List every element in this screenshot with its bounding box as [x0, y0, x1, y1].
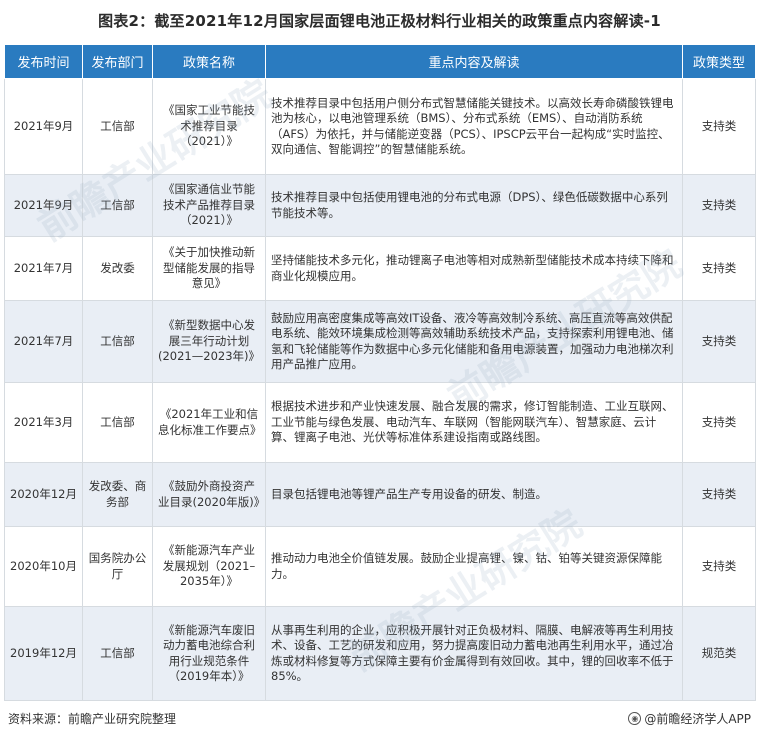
cell-type: 支持类	[682, 462, 756, 527]
cell-date: 2021年7月	[4, 300, 83, 383]
cell-type: 支持类	[682, 300, 756, 383]
cell-date: 2019年12月	[4, 606, 83, 701]
table-row: 2020年12月 发改委、商务部 《鼓励外商投资产业目录(2020年版)》 目录…	[4, 462, 756, 527]
page-title: 图表2：截至2021年12月国家层面锂电池正极材料行业相关的政策重点内容解读-1	[98, 12, 661, 30]
cell-content: 目录包括锂电池等锂产品生产专用设备的研发、制造。	[265, 462, 683, 527]
cell-type: 支持类	[682, 174, 756, 237]
cell-policy-name: 《国家通信业节能技术产品推荐目录（2021）》	[152, 174, 266, 237]
cell-type: 支持类	[682, 526, 756, 607]
cell-dept: 工信部	[82, 606, 153, 701]
cell-date: 2020年10月	[4, 526, 83, 607]
brand-text: @前瞻经济学人APP	[644, 712, 751, 726]
table-row: 2021年9月 工信部 《国家通信业节能技术产品推荐目录（2021）》 技术推荐…	[4, 174, 756, 237]
cell-policy-name: 《新能源汽车产业发展规划（2021–2035年）》	[152, 526, 266, 607]
cell-type: 支持类	[682, 236, 756, 301]
cell-dept: 工信部	[82, 300, 153, 383]
cell-content: 技术推荐目录中包括用户侧分布式智慧储能关键技术。以高效长寿命磷酸铁锂电池为核心，…	[265, 78, 683, 175]
cell-date: 2021年7月	[4, 236, 83, 301]
cell-dept: 工信部	[82, 78, 153, 175]
brand-credit: ◉ @前瞻经济学人APP	[628, 710, 751, 727]
cell-date: 2021年9月	[4, 78, 83, 175]
column-header-type: 政策类型	[682, 44, 756, 79]
cell-content: 鼓励应用高密度集成等高效IT设备、液冷等高效制冷系统、高压直流等高效供配电系统、…	[265, 300, 683, 383]
column-header-dept: 发布部门	[82, 44, 153, 79]
cell-date: 2021年3月	[4, 382, 83, 463]
source-note: 资料来源：前瞻产业研究院整理	[8, 712, 177, 726]
table-header-row: 发布时间 发布部门 政策名称 重点内容及解读 政策类型	[4, 44, 756, 79]
policy-table: 发布时间 发布部门 政策名称 重点内容及解读 政策类型 2021年9月 工信部 …	[4, 44, 756, 701]
cell-dept: 工信部	[82, 382, 153, 463]
cell-dept: 发改委、商务部	[82, 462, 153, 527]
column-header-name: 政策名称	[152, 44, 266, 79]
cell-policy-name: 《国家工业节能技术推荐目录（2021）》	[152, 78, 266, 175]
column-header-content: 重点内容及解读	[265, 44, 683, 79]
brand-logo-icon: ◉	[628, 712, 642, 725]
cell-policy-name: 《新型数据中心发展三年行动计划(2021—2023年)》	[152, 300, 266, 383]
table-row: 2021年3月 工信部 《2021年工业和信息化标准工作要点》 根据技术进步和产…	[4, 382, 756, 463]
cell-dept: 发改委	[82, 236, 153, 301]
cell-content: 坚持储能技术多元化，推动锂离子电池等相对成熟新型储能技术成本持续下降和商业化规模…	[265, 236, 683, 301]
column-header-date: 发布时间	[4, 44, 83, 79]
cell-date: 2020年12月	[4, 462, 83, 527]
cell-dept: 国务院办公厅	[82, 526, 153, 607]
table-row: 2020年10月 国务院办公厅 《新能源汽车产业发展规划（2021–2035年）…	[4, 526, 756, 607]
page: 图表2：截至2021年12月国家层面锂电池正极材料行业相关的政策重点内容解读-1…	[0, 0, 759, 736]
table-row: 2021年7月 发改委 《关于加快推动新型储能发展的指导意见》 坚持储能技术多元…	[4, 236, 756, 301]
cell-policy-name: 《关于加快推动新型储能发展的指导意见》	[152, 236, 266, 301]
cell-type: 支持类	[682, 78, 756, 175]
cell-policy-name: 《鼓励外商投资产业目录(2020年版)》	[152, 462, 266, 527]
cell-content: 从事再生利用的企业，应积极开展针对正负极材料、隔膜、电解液等再生利用技术、设备、…	[265, 606, 683, 701]
cell-policy-name: 《新能源汽车废旧动力蓄电池综合利用行业规范条件（2019年本）》	[152, 606, 266, 701]
cell-type: 支持类	[682, 382, 756, 463]
table-row: 2021年9月 工信部 《国家工业节能技术推荐目录（2021）》 技术推荐目录中…	[4, 78, 756, 175]
cell-policy-name: 《2021年工业和信息化标准工作要点》	[152, 382, 266, 463]
cell-content: 根据技术进步和产业快速发展、融合发展的需求，修订智能制造、工业互联网、工业节能与…	[265, 382, 683, 463]
cell-date: 2021年9月	[4, 174, 83, 237]
table-row: 2021年7月 工信部 《新型数据中心发展三年行动计划(2021—2023年)》…	[4, 300, 756, 383]
cell-content: 技术推荐目录中包括使用锂电池的分布式电源（DPS）、绿色低碳数据中心系列节能技术…	[265, 174, 683, 237]
cell-dept: 工信部	[82, 174, 153, 237]
cell-content: 推动动力电池全价值链发展。鼓励企业提高锂、镍、钴、铂等关键资源保障能力。	[265, 526, 683, 607]
table-row: 2019年12月 工信部 《新能源汽车废旧动力蓄电池综合利用行业规范条件（201…	[4, 606, 756, 701]
cell-type: 规范类	[682, 606, 756, 701]
